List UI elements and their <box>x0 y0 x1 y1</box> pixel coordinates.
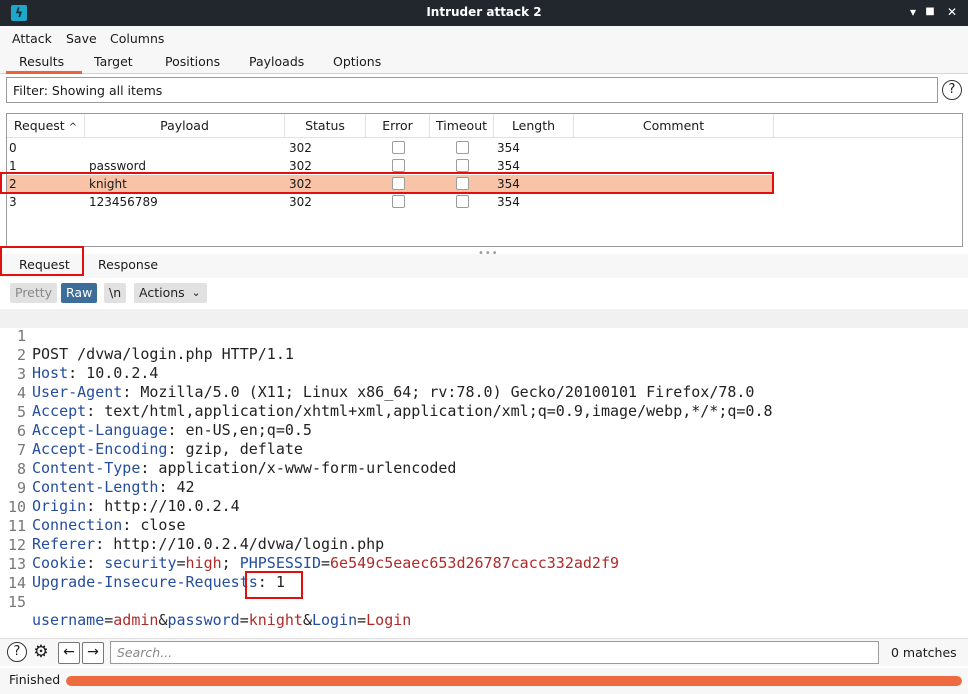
code-line: 14 <box>0 556 968 592</box>
table-row[interactable]: 0 302 354 <box>7 139 962 157</box>
error-checkbox[interactable] <box>392 141 405 154</box>
previous-match-button[interactable]: ← <box>58 642 80 664</box>
actions-label: Actions <box>139 285 185 300</box>
tab-payloads[interactable]: Payloads <box>249 54 304 69</box>
column-header-request[interactable]: Request ^ <box>7 114 85 138</box>
param-name: Login <box>311 611 358 629</box>
cell-request: 1 <box>9 159 17 173</box>
timeout-checkbox[interactable] <box>456 141 469 154</box>
request-editor[interactable]: 1 POST /dvwa/login.php HTTP/1.1 2 Host: … <box>0 309 968 634</box>
cell-request: 3 <box>9 195 17 209</box>
column-header-error[interactable]: Error <box>366 114 430 138</box>
column-header-comment[interactable]: Comment <box>574 114 774 138</box>
title-bar: ϟ Intruder attack 2 ▾ ■ ✕ <box>0 0 968 26</box>
code-line: 11 Referer: http://10.0.2.4/dvwa/login.p… <box>0 499 968 553</box>
menu-attack[interactable]: Attack <box>12 31 52 46</box>
status-text: Finished <box>9 672 61 687</box>
password-highlight-box <box>245 571 303 599</box>
cell-status: 302 <box>289 159 312 173</box>
cell-status: 302 <box>289 141 312 155</box>
tab-results[interactable]: Results <box>19 54 64 69</box>
code-line: 4 Accept: text/html,application/xhtml+xm… <box>0 366 968 420</box>
filter-bar[interactable]: Filter: Showing all items <box>6 77 938 103</box>
param-name: password <box>167 611 240 629</box>
cell-length: 354 <box>497 141 520 155</box>
table-row[interactable]: 3 123456789 302 354 <box>7 193 962 211</box>
menu-bar: Attack Save Columns <box>0 26 968 50</box>
code-line: 6 Accept-Encoding: gzip, deflate <box>0 404 968 458</box>
code-line: 13 Upgrade-Insecure-Requests: 1 <box>0 537 968 591</box>
cell-length: 354 <box>497 159 520 173</box>
cell-payload: password <box>89 159 146 173</box>
main-tabs: Results Target Positions Payloads Option… <box>0 50 968 74</box>
newline-toggle-button[interactable]: \n <box>104 283 127 303</box>
progress-fill <box>66 676 962 686</box>
column-header-status[interactable]: Status <box>285 114 366 138</box>
timeout-checkbox[interactable] <box>456 159 469 172</box>
gear-icon[interactable]: ⚙ <box>30 642 52 664</box>
table-header: Request ^ Payload Status Error Timeout L… <box>7 114 962 138</box>
code-line: 1 POST /dvwa/login.php HTTP/1.1 <box>0 309 968 363</box>
window-title: Intruder attack 2 <box>426 5 542 19</box>
code-line: 2 Host: 10.0.2.4 <box>0 328 968 382</box>
sort-ascending-icon: ^ <box>68 122 78 133</box>
column-header-payload[interactable]: Payload <box>85 114 285 138</box>
code-line: 8 Content-Length: 42 <box>0 442 968 496</box>
close-button[interactable]: ✕ <box>943 3 961 21</box>
cell-request: 0 <box>9 141 17 155</box>
active-tab-indicator <box>6 71 82 74</box>
help-icon[interactable]: ? <box>7 642 27 662</box>
chevron-down-icon: ⌄ <box>191 286 201 299</box>
cell-status: 302 <box>289 195 312 209</box>
minimize-button[interactable]: ▾ <box>904 3 922 21</box>
actions-dropdown[interactable]: Actions ⌄ <box>134 283 207 303</box>
tab-response[interactable]: Response <box>98 257 158 272</box>
status-bar: Finished <box>0 668 968 694</box>
line-number: 15 <box>7 593 26 611</box>
next-match-button[interactable]: → <box>82 642 104 664</box>
column-header-timeout[interactable]: Timeout <box>430 114 494 138</box>
menu-columns[interactable]: Columns <box>110 31 164 46</box>
maximize-button[interactable]: ■ <box>921 3 939 21</box>
menu-save[interactable]: Save <box>66 31 97 46</box>
param-name: username <box>32 611 105 629</box>
password-value: knight <box>248 611 303 629</box>
error-checkbox[interactable] <box>392 195 405 208</box>
request-tab-highlight-box <box>0 246 84 276</box>
code-line: 3 User-Agent: Mozilla/5.0 (X11; Linux x8… <box>0 347 968 401</box>
filter-help-icon[interactable]: ? <box>942 80 962 100</box>
pretty-button[interactable]: Pretty <box>10 283 58 303</box>
cell-payload: 123456789 <box>89 195 158 209</box>
filter-text: Filter: Showing all items <box>13 83 163 98</box>
param-value: admin <box>113 611 159 629</box>
selected-row-highlight-box <box>0 172 774 194</box>
match-count: 0 matches <box>891 645 957 660</box>
column-header-length[interactable]: Length <box>494 114 574 138</box>
search-bar: ? ⚙ ← → Search... 0 matches <box>0 638 968 666</box>
tab-target[interactable]: Target <box>94 54 133 69</box>
cell-length: 354 <box>497 195 520 209</box>
code-line: 10 Connection: close <box>0 480 968 534</box>
code-line: 9 Origin: http://10.0.2.4 <box>0 461 968 515</box>
param-value: Login <box>366 611 412 629</box>
tab-options[interactable]: Options <box>333 54 381 69</box>
error-checkbox[interactable] <box>392 159 405 172</box>
search-input[interactable]: Search... <box>110 641 879 664</box>
code-line: 15 username=admin&password=knight&Login=… <box>0 575 968 629</box>
timeout-checkbox[interactable] <box>456 195 469 208</box>
detail-tabs: Request Response <box>0 254 968 278</box>
progress-bar <box>66 676 962 686</box>
code-line: 5 Accept-Language: en-US,en;q=0.5 <box>0 385 968 439</box>
code-line: 7 Content-Type: application/x-www-form-u… <box>0 423 968 477</box>
raw-button[interactable]: Raw <box>61 283 98 303</box>
tab-positions[interactable]: Positions <box>165 54 220 69</box>
code-line: 12 Cookie: security=high; PHPSESSID=6e54… <box>0 518 968 572</box>
editor-toolbar: Pretty Raw \n Actions ⌄ <box>0 280 968 306</box>
